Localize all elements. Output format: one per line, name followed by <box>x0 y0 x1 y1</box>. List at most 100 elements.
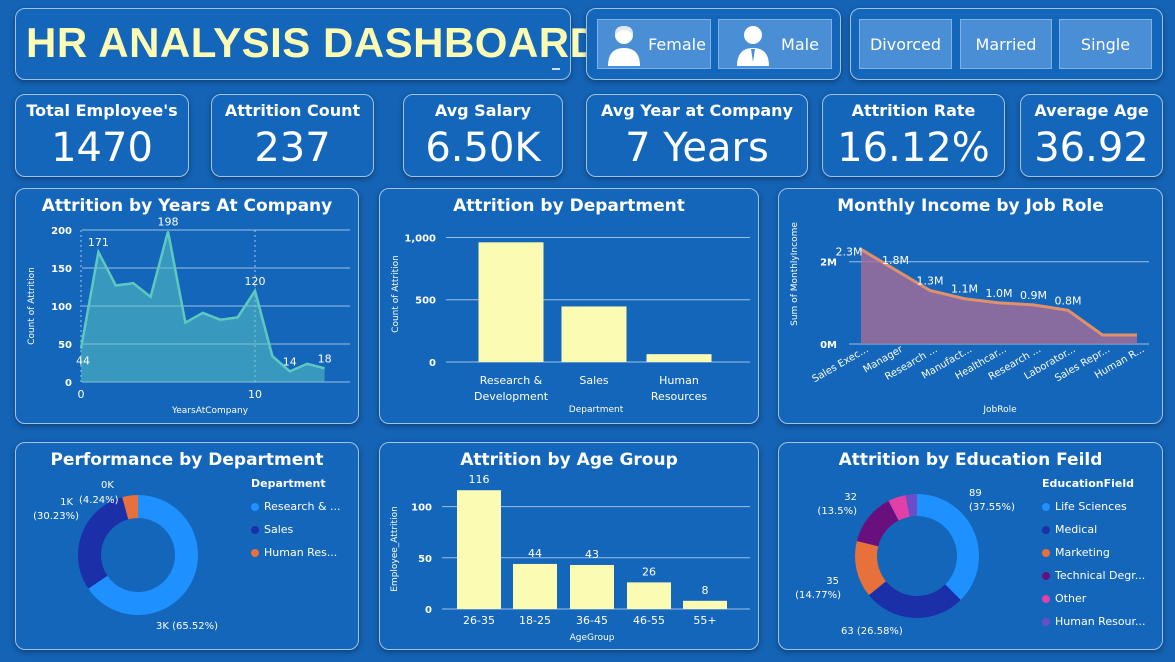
performance-legend: Department Research & ... Sales Human Res..… <box>251 477 341 564</box>
data-label: (4.24%) <box>79 495 119 506</box>
chart-dept-card: Attrition by Department 0 500 1,000 Researc… <box>379 188 759 424</box>
title-underline-mark <box>552 68 560 70</box>
data-label: 116 <box>469 473 490 486</box>
y-tick-label: 50 <box>418 554 432 565</box>
data-label: 1K <box>60 497 73 508</box>
bar <box>561 306 627 362</box>
y-axis-title: Count of Attrition <box>391 255 401 333</box>
legend-label: Life Sciences <box>1055 500 1127 513</box>
data-label: (37.55%) <box>969 502 1015 513</box>
male-filter-label: Male <box>781 34 819 54</box>
data-label: 1.3M <box>917 275 944 288</box>
bar <box>478 242 544 362</box>
data-label: (14.77%) <box>795 590 841 601</box>
x-tick-label: 0 <box>78 388 85 401</box>
data-label: (13.5%) <box>817 506 857 517</box>
y-tick-label: 150 <box>51 264 72 275</box>
education-legend: EducationField Life Sciences Medical Market… <box>1042 477 1146 633</box>
bar <box>646 354 712 362</box>
x-axis-title: YearsAtCompany <box>171 406 249 416</box>
kpi-avg-salary: Avg Salary 6.50K <box>403 94 563 177</box>
kpi-value: 7 Years <box>625 125 769 171</box>
x-tick-label: 55+ <box>693 614 716 627</box>
pie-slice <box>77 497 129 589</box>
y-axis-title: Sum of MonthlyIncome <box>790 222 800 326</box>
data-label: 1.0M <box>986 287 1013 300</box>
male-filter-button[interactable]: Male <box>718 19 832 69</box>
x-tick-label: 46-55 <box>633 614 665 627</box>
data-label: 63 (26.58%) <box>841 626 903 637</box>
legend-swatch <box>1042 571 1050 580</box>
kpi-label: Attrition Rate <box>851 101 976 120</box>
y-tick-label: 0 <box>429 358 436 369</box>
data-label: (30.23%) <box>33 511 79 522</box>
data-label: 1.1M <box>951 283 978 296</box>
legend-item[interactable]: Technical Degr... <box>1042 564 1146 587</box>
y-tick-label: 0 <box>425 605 432 616</box>
data-label: 120 <box>245 275 266 288</box>
data-label: 0.8M <box>1055 294 1082 307</box>
legend-item[interactable]: Research & ... <box>251 495 341 518</box>
legend-item[interactable]: Medical <box>1042 518 1146 541</box>
bar <box>513 563 557 609</box>
chart-years-svg: 0 50 100 150 200 0 10 44 171 198 120 14 18 YearsAtCom… <box>27 216 350 416</box>
legend-swatch <box>1042 525 1050 534</box>
legend-item[interactable]: Sales <box>251 518 341 541</box>
y-axis-title: Employee_Attrition <box>390 506 400 592</box>
kpi-label: Avg Year at Company <box>601 101 793 120</box>
legend-swatch <box>251 548 259 557</box>
legend-label: Marketing <box>1055 546 1110 559</box>
female-avatar-icon <box>608 26 641 66</box>
x-axis-title: Department <box>569 405 624 415</box>
legend-label: Medical <box>1055 523 1098 536</box>
kpi-value: 237 <box>254 125 331 171</box>
married-filter-button[interactable]: Married <box>960 19 1052 69</box>
female-filter-button[interactable]: Female <box>597 19 711 69</box>
chart-income-svg: 0M2M2.3M1.8M1.3M1.1M 1.0M 0.9M 0.8MSales Ex… <box>790 222 1149 415</box>
kpi-label: Attrition Count <box>224 101 361 120</box>
y-tick-label: 1,000 <box>404 233 436 244</box>
x-tick-label: 10 <box>248 388 262 401</box>
bar <box>570 564 614 609</box>
data-label: 14 <box>283 355 297 368</box>
legend-item[interactable]: Human Res... <box>251 541 341 564</box>
legend-title: Department <box>251 477 326 490</box>
pie-slice <box>868 581 961 618</box>
single-filter-button[interactable]: Single <box>1059 19 1152 69</box>
y-tick-label: 100 <box>51 302 72 313</box>
legend-label: Human Resour... <box>1055 615 1146 628</box>
data-label: 44 <box>528 547 542 560</box>
x-axis-title: JobRole <box>982 405 1017 415</box>
legend-item[interactable]: Marketing <box>1042 541 1146 564</box>
legend-label: Human Res... <box>264 546 338 559</box>
male-avatar-icon <box>737 26 770 66</box>
legend-swatch <box>1042 617 1050 626</box>
x-tick-label: Research & <box>480 374 543 387</box>
kpi-value: 1470 <box>51 125 153 171</box>
legend-item[interactable]: Other <box>1042 587 1146 610</box>
y-tick-label: 0M <box>820 340 837 351</box>
kpi-attrition-count: Attrition Count 237 <box>211 94 374 177</box>
data-label: 18 <box>318 352 332 365</box>
y-tick-label: 2M <box>820 258 837 269</box>
legend-item[interactable]: Human Resour... <box>1042 610 1146 633</box>
y-tick-label: 0 <box>65 378 72 389</box>
data-label: 32 <box>844 492 857 503</box>
legend-label: Sales <box>264 523 294 536</box>
x-tick-label: Resources <box>651 390 707 403</box>
chart-years-card: Attrition by Years At Company 0 50 100 150 2… <box>15 188 359 424</box>
data-label: 0K <box>101 480 114 491</box>
data-label: 44 <box>76 355 90 368</box>
data-label: 1.8M <box>882 254 909 267</box>
legend-label: Research & ... <box>264 500 341 513</box>
gender-slicer: Female Male <box>586 8 841 80</box>
data-label: 43 <box>585 548 599 561</box>
title-card: HR ANALYSIS DASHBOARD <box>15 8 600 80</box>
legend-label: Other <box>1055 592 1087 605</box>
x-tick-label: Sales <box>579 374 609 387</box>
data-label: 2.3M <box>836 245 863 258</box>
legend-item[interactable]: Life Sciences <box>1042 495 1146 518</box>
chart-age-svg: 0 50 100 116 26-35 44 18-25 43 36-45 26 46-55 8 55+ A… <box>390 473 750 643</box>
divorced-filter-button[interactable]: Divorced <box>859 19 952 69</box>
kpi-average-age: Average Age 36.92 <box>1020 94 1163 177</box>
